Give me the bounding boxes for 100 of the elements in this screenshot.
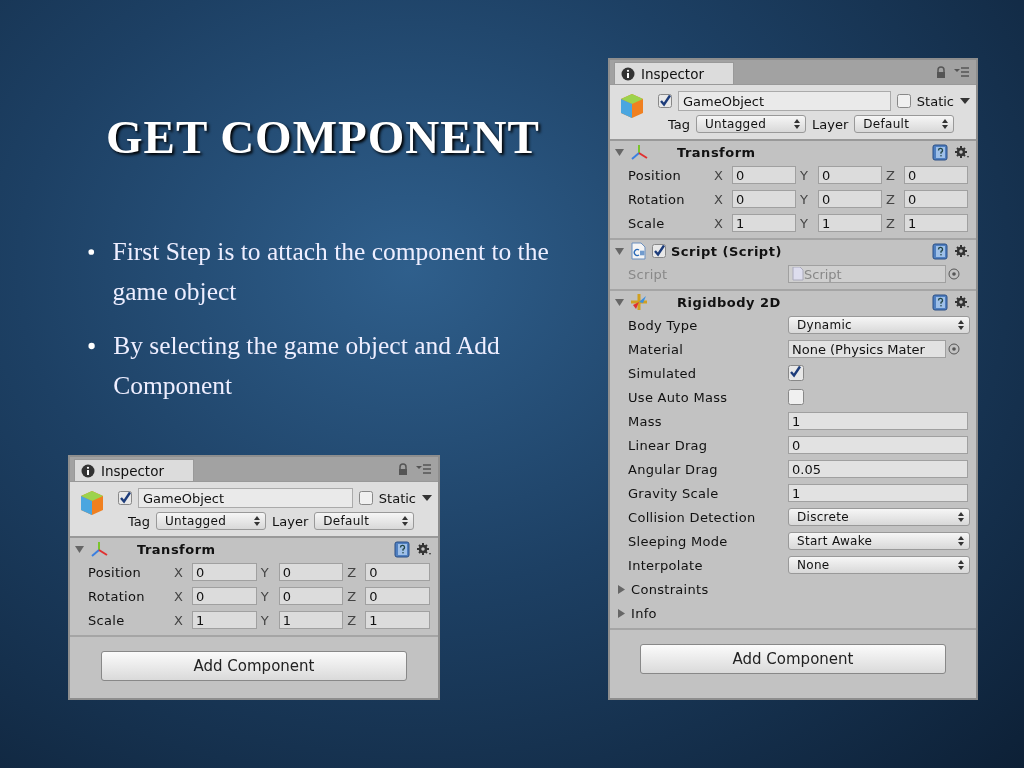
- number-field[interactable]: 0: [732, 190, 796, 208]
- axis-label: X: [174, 612, 184, 628]
- number-field[interactable]: 1: [904, 214, 968, 232]
- updown-arrow-icon: [958, 536, 964, 546]
- axis-label: Y: [260, 588, 270, 604]
- dropdown[interactable]: Default: [314, 512, 415, 530]
- help-icon: [394, 540, 411, 558]
- axis-label: Z: [347, 588, 358, 604]
- help-icon: [932, 293, 949, 311]
- field-label: Scale: [628, 215, 666, 231]
- settings-icon: [416, 542, 432, 556]
- number-field[interactable]: 0: [818, 166, 882, 184]
- axis-label: Z: [347, 564, 358, 580]
- field-label: Angular Drag: [628, 461, 719, 477]
- number-field[interactable]: 0: [278, 563, 344, 581]
- number-field[interactable]: 0: [365, 587, 430, 605]
- field-label: Use Auto Mass: [628, 389, 729, 405]
- number-field[interactable]: 0: [365, 563, 430, 581]
- menu-icon: [953, 65, 970, 79]
- field-label: Gravity Scale: [628, 485, 720, 501]
- inspector-tab[interactable]: Inspector: [614, 62, 734, 84]
- number-field[interactable]: 1: [788, 412, 968, 430]
- number-field[interactable]: 1: [365, 611, 430, 629]
- field-label: Mass: [628, 413, 663, 429]
- menu-icon: [415, 462, 432, 476]
- name-field[interactable]: GameObject: [138, 488, 353, 508]
- dropdown[interactable]: Default: [854, 115, 955, 133]
- field-label: Rotation: [628, 191, 686, 207]
- name-field[interactable]: GameObject: [678, 91, 891, 111]
- component-title: Script (Script): [671, 243, 783, 259]
- field-label: Simulated: [628, 365, 698, 381]
- updown-arrow-icon: [402, 516, 409, 526]
- script-icon: [630, 242, 647, 260]
- axis-label: Z: [347, 612, 358, 628]
- number-field[interactable]: 0: [788, 436, 968, 454]
- layer-label: Layer: [812, 116, 849, 132]
- axis-label: X: [714, 191, 724, 207]
- foldout-label[interactable]: Constraints: [631, 581, 709, 597]
- bullet-text: By selecting the game object and Add Component: [113, 330, 501, 402]
- dropdown[interactable]: Discrete: [788, 508, 970, 526]
- updown-arrow-icon: [254, 516, 260, 526]
- component-title: Transform: [676, 144, 757, 160]
- axis-label: Y: [800, 167, 809, 183]
- updown-arrow-icon: [942, 119, 949, 129]
- axis-label: X: [714, 167, 724, 183]
- field-label: Interpolate: [628, 557, 704, 573]
- number-field[interactable]: 0: [904, 190, 968, 208]
- tag-label: Tag: [668, 116, 690, 132]
- number-field[interactable]: 1: [192, 611, 257, 629]
- dropdown[interactable]: Untagged: [156, 512, 266, 530]
- info-icon: [81, 463, 95, 478]
- field-label: Material: [628, 341, 685, 357]
- number-field[interactable]: 0: [818, 190, 882, 208]
- lock-icon: [935, 66, 947, 78]
- axis-label: Z: [886, 191, 896, 207]
- tag-label: Tag: [128, 513, 150, 529]
- foldout-label[interactable]: Info: [631, 605, 657, 621]
- number-field[interactable]: 0: [732, 166, 796, 184]
- slide-title: GET COMPONENT: [105, 110, 541, 165]
- inspector-tab[interactable]: Inspector: [74, 459, 194, 481]
- add-component-button[interactable]: Add Component: [640, 644, 946, 674]
- component-title: Rigidbody 2D: [676, 294, 782, 310]
- number-field[interactable]: 0: [278, 587, 344, 605]
- cube-icon: [618, 91, 646, 121]
- number-field[interactable]: 0: [904, 166, 968, 184]
- number-field[interactable]: 1: [732, 214, 796, 232]
- number-field[interactable]: 0: [192, 563, 257, 581]
- updown-arrow-icon: [958, 512, 964, 522]
- number-field[interactable]: 0: [192, 587, 257, 605]
- number-field[interactable]: 1: [278, 611, 344, 629]
- number-field[interactable]: 0.05: [788, 460, 968, 478]
- cube-icon: [78, 488, 106, 518]
- bullet-icon: [88, 342, 96, 350]
- field-label: Rotation: [88, 588, 146, 604]
- updown-arrow-icon: [958, 320, 964, 330]
- axes-icon: [90, 541, 108, 557]
- dropdown[interactable]: None: [788, 556, 970, 574]
- axis-label: X: [714, 215, 724, 231]
- field-label: Linear Drag: [628, 437, 709, 453]
- layer-label: Layer: [272, 513, 309, 529]
- field-label: Script: [628, 266, 669, 282]
- updown-arrow-icon: [794, 119, 800, 129]
- field-label: Sleeping Mode: [628, 533, 729, 549]
- object-picker-icon: [948, 343, 960, 355]
- dropdown[interactable]: Dynamic: [788, 316, 970, 334]
- object-picker-icon: [948, 268, 960, 280]
- component-title: Transform: [136, 541, 217, 557]
- dropdown[interactable]: Start Awake: [788, 532, 970, 550]
- axis-label: Z: [886, 167, 896, 183]
- static-label: Static: [916, 93, 954, 109]
- bullet-icon: [88, 248, 95, 256]
- axis-label: X: [174, 588, 184, 604]
- number-field[interactable]: 1: [788, 484, 968, 502]
- dropdown[interactable]: Untagged: [696, 115, 806, 133]
- number-field[interactable]: 1: [818, 214, 882, 232]
- settings-icon: [954, 145, 970, 159]
- object-field[interactable]: None (Physics Mater: [788, 340, 946, 358]
- add-component-button[interactable]: Add Component: [101, 651, 407, 681]
- axes-icon: [630, 144, 648, 160]
- axis-label: Z: [886, 215, 896, 231]
